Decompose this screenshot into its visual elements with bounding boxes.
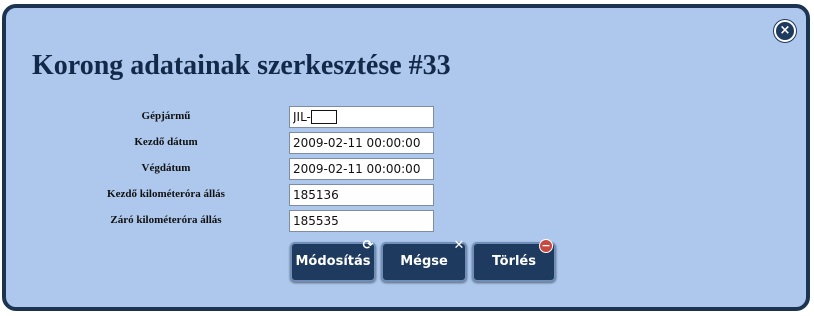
plate-redaction-box [311, 110, 337, 124]
form-row-end-date: Végdátum [6, 158, 806, 180]
modify-button[interactable]: Módosítás ⟳ [290, 238, 376, 282]
end-odometer-label: Záró kilométeróra állás [110, 214, 222, 226]
form-row-start-odometer: Kezdő kilométeróra állás [6, 184, 806, 206]
start-date-label: Kezdő dátum [134, 136, 198, 148]
start-date-input[interactable] [289, 132, 434, 154]
cancel-button-label: Mégse [400, 254, 448, 269]
form-row-vehicle: Gépjármű [6, 106, 806, 128]
end-odometer-input[interactable] [289, 210, 434, 232]
form-row-start-date: Kezdő dátum [6, 132, 806, 154]
delete-button-label: Törlés [491, 254, 536, 269]
start-odometer-input[interactable] [289, 184, 434, 206]
cancel-button[interactable]: Mégse ✕ [381, 238, 467, 282]
end-date-input[interactable] [289, 158, 434, 180]
form-row-end-odometer: Záró kilométeróra állás [6, 210, 806, 232]
close-x-icon: ✕ [453, 238, 465, 253]
start-odometer-label: Kezdő kilométeróra állás [107, 188, 225, 200]
modify-button-label: Módosítás [295, 254, 371, 269]
vehicle-label: Gépjármű [141, 110, 191, 122]
edit-dialog: × Korong adatainak szerkesztése #33 Gépj… [2, 4, 810, 311]
dialog-title: Korong adatainak szerkesztése #33 [32, 50, 451, 81]
end-date-label: Végdátum [141, 162, 191, 174]
remove-icon: − [539, 239, 553, 253]
close-icon[interactable]: × [774, 20, 796, 42]
refresh-icon: ⟳ [362, 238, 374, 253]
delete-button[interactable]: Törlés − [472, 239, 556, 282]
